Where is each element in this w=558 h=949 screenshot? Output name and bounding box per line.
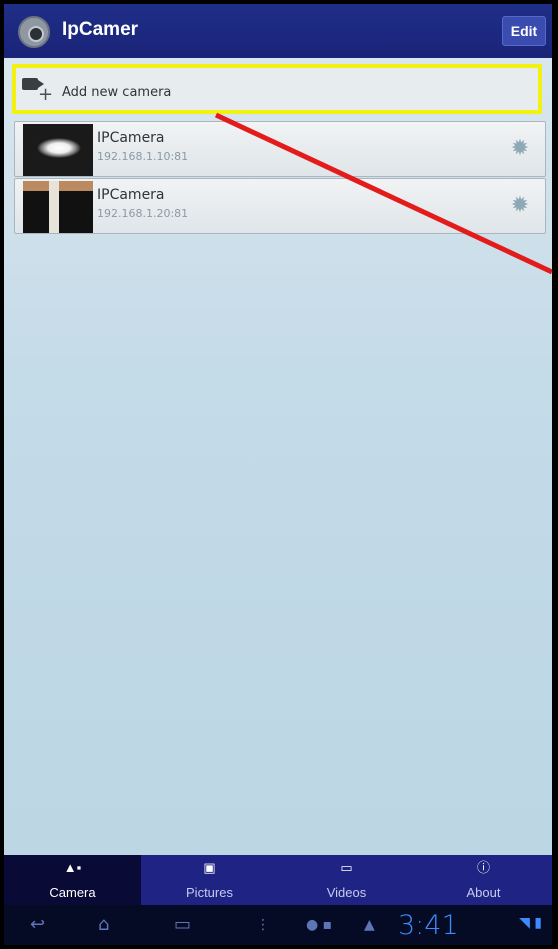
action-bar: IpCamer Edit: [4, 4, 552, 58]
settings-gear-icon[interactable]: ✹: [509, 138, 531, 160]
camera-address: 192.168.1.20:81: [97, 207, 189, 220]
app-screen: IpCamer Edit + Add new camera IPCamera 1…: [4, 4, 552, 945]
clock: 3:41: [398, 910, 459, 941]
notification-icons: ● ▪: [306, 917, 333, 933]
app-logo-icon: [18, 16, 50, 48]
camera-name: IPCamera: [97, 187, 165, 203]
warning-icon: ▲: [364, 917, 375, 933]
tab-about[interactable]: ⓘ About: [415, 855, 552, 905]
camera-list-item[interactable]: IPCamera 192.168.1.10:81 ✹: [14, 121, 546, 177]
add-camera-label: Add new camera: [62, 85, 172, 100]
back-icon[interactable]: ↩: [30, 915, 45, 935]
app-title: IpCamer: [62, 19, 139, 40]
camera-icon: ▲▪: [63, 860, 82, 875]
camera-thumbnail: [23, 124, 93, 176]
recent-apps-icon[interactable]: ▭: [174, 915, 191, 935]
tab-camera[interactable]: ▲▪ Camera: [4, 855, 141, 905]
video-camera-icon: [22, 78, 44, 90]
add-camera-button[interactable]: + Add new camera: [12, 64, 542, 114]
videos-icon: ▭: [340, 860, 353, 875]
tab-label: Camera: [49, 885, 96, 900]
camera-name: IPCamera: [97, 130, 165, 146]
info-icon: ⓘ: [476, 860, 490, 875]
camera-list: + Add new camera IPCamera 192.168.1.10:8…: [4, 58, 552, 855]
system-navigation-bar: ↩ ⌂ ▭ ⋮ ● ▪ ▲ 3:41 ◥ ▮: [4, 905, 552, 945]
bottom-tab-bar: ▲▪ Camera ▣ Pictures ▭ Videos ⓘ About: [4, 855, 552, 905]
camera-thumbnail: [23, 181, 93, 233]
camera-address: 192.168.1.10:81: [97, 150, 189, 163]
camera-list-item[interactable]: IPCamera 192.168.1.20:81 ✹: [14, 178, 546, 234]
pictures-icon: ▣: [203, 860, 216, 875]
tab-videos[interactable]: ▭ Videos: [278, 855, 415, 905]
tab-label: Pictures: [186, 885, 233, 900]
tab-pictures[interactable]: ▣ Pictures: [141, 855, 278, 905]
wifi-battery-icons: ◥ ▮: [519, 915, 542, 931]
tab-label: Videos: [326, 885, 367, 900]
settings-gear-icon[interactable]: ✹: [509, 195, 531, 217]
edit-button[interactable]: Edit: [502, 16, 546, 46]
home-icon[interactable]: ⌂: [98, 915, 109, 935]
plus-icon: +: [38, 84, 54, 105]
tab-label: About: [466, 885, 501, 900]
menu-dots-icon[interactable]: ⋮: [256, 915, 270, 935]
